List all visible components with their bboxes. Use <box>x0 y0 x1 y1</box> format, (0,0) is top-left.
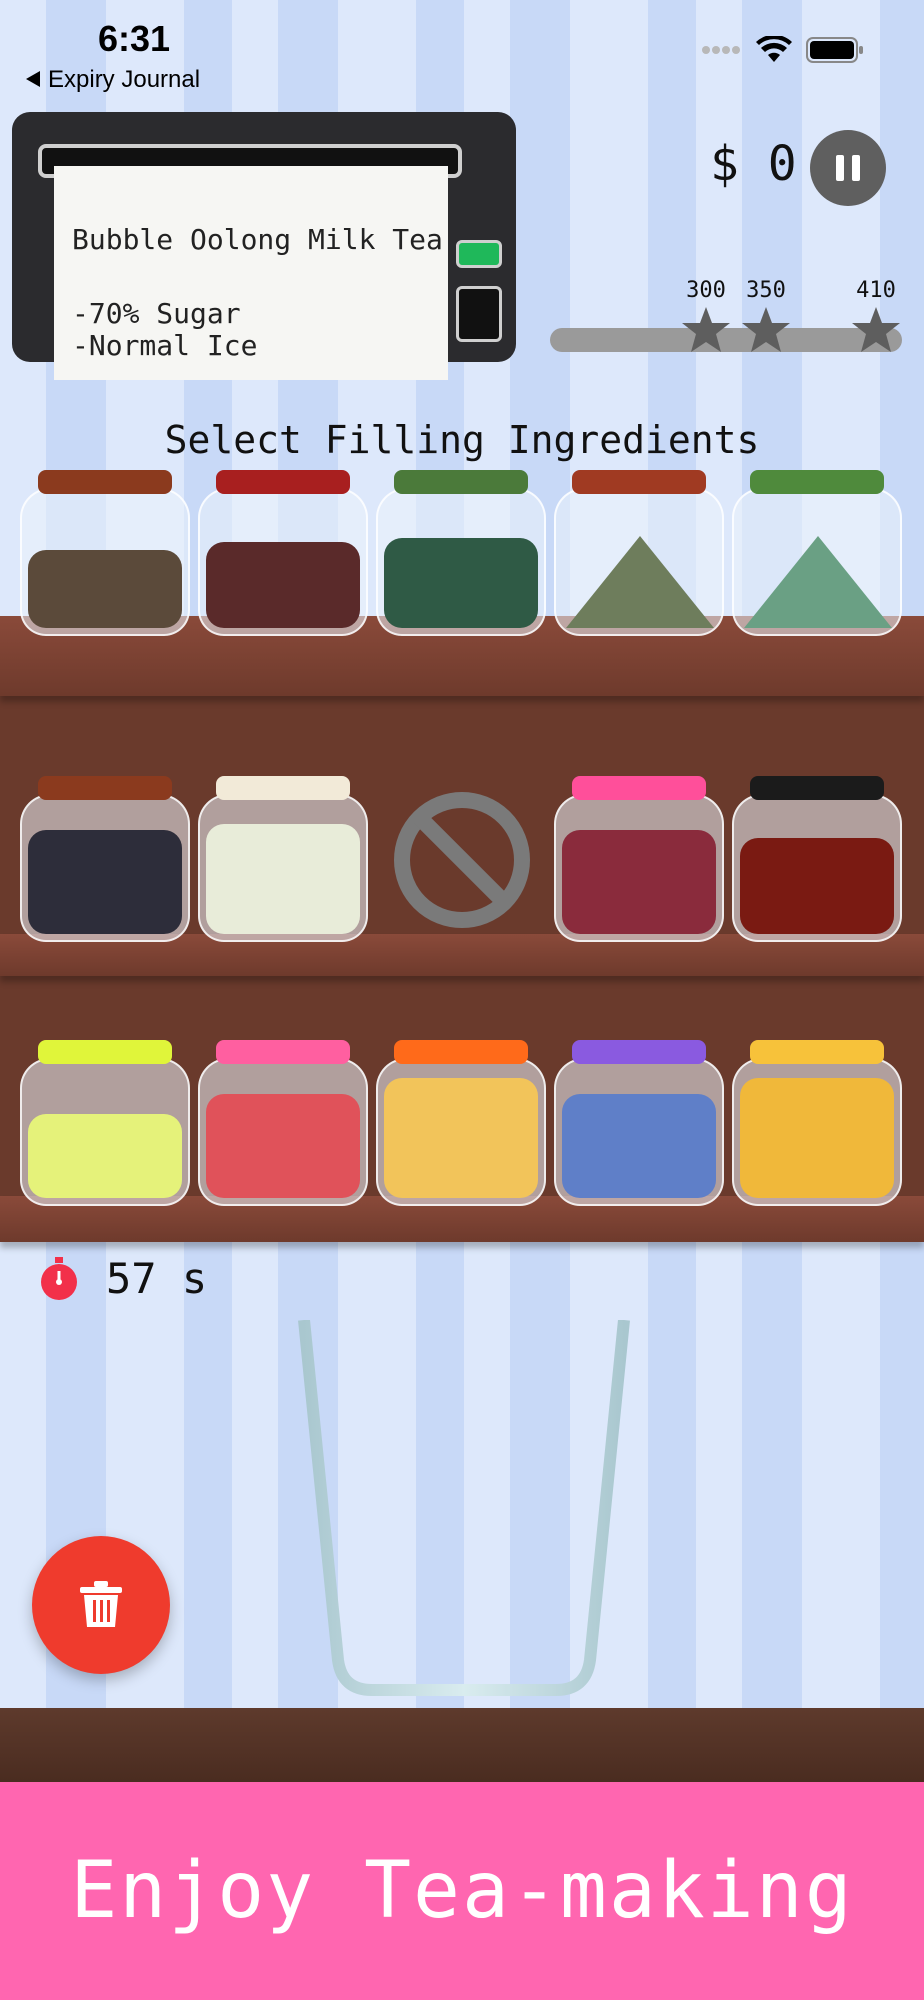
milestone-3-label: 410 <box>856 278 896 303</box>
printer-button[interactable] <box>456 286 502 342</box>
pause-button[interactable] <box>810 130 886 206</box>
matcha-powder-jar[interactable] <box>554 470 724 640</box>
jar-body <box>732 1058 902 1206</box>
jar-body <box>554 794 724 942</box>
jar-body <box>732 488 902 636</box>
jar-body <box>20 488 190 636</box>
timer-text: 57 s <box>106 1254 208 1303</box>
peach-slices-jar[interactable] <box>732 1040 902 1210</box>
no-entry-icon <box>392 790 532 934</box>
money-counter: $ 0 <box>710 136 797 192</box>
battery-icon <box>806 37 863 63</box>
jar-contents <box>206 542 360 628</box>
back-to-app-link[interactable]: Expiry Journal <box>26 66 200 94</box>
jar-body <box>20 794 190 942</box>
jar-body <box>198 794 368 942</box>
jar-lid <box>216 1040 350 1064</box>
jar-body <box>732 794 902 942</box>
star-icon <box>682 307 730 352</box>
back-link-label: Expiry Journal <box>48 66 201 93</box>
jar-lid <box>38 470 172 494</box>
red-jelly-jar[interactable] <box>732 776 902 946</box>
back-triangle-icon <box>26 66 40 94</box>
trash-button[interactable] <box>32 1536 170 1674</box>
jar-body <box>20 1058 190 1206</box>
jar-contents <box>28 830 182 934</box>
jar-body <box>554 488 724 636</box>
signal-dots-icon <box>702 46 740 54</box>
black-tea-bags-jar[interactable] <box>20 470 190 640</box>
black-pearls-jar[interactable] <box>20 776 190 946</box>
milestone-1: 300 <box>676 278 736 355</box>
empty-cup[interactable] <box>296 1320 632 1696</box>
jar-body <box>554 1058 724 1206</box>
banner-text: Enjoy Tea-making <box>70 1846 854 1936</box>
jar-contents <box>206 1094 360 1198</box>
jar-contents <box>28 1114 182 1198</box>
jar-lid <box>572 776 706 800</box>
status-time: 6:31 <box>98 18 171 59</box>
promo-banner: Enjoy Tea-making <box>0 1782 924 2000</box>
jar-lid <box>750 1040 884 1064</box>
order-drink: Bubble Oolong Milk Tea <box>72 223 443 256</box>
printer-status-light <box>456 240 502 268</box>
status-icons <box>702 36 864 64</box>
jar-contents <box>28 550 182 628</box>
order-receipt: Bubble Oolong Milk Tea -70% Sugar -Norma… <box>54 166 448 380</box>
star-icon <box>742 307 790 352</box>
strawberry-slices-jar[interactable] <box>198 1040 368 1210</box>
jar-lid <box>216 470 350 494</box>
jar-contents <box>562 1094 716 1198</box>
countdown-timer: 57 s <box>38 1254 207 1303</box>
mango-strips-jar[interactable] <box>376 1040 546 1210</box>
jar-contents <box>562 830 716 934</box>
milestone-3: 410 <box>846 278 906 355</box>
order-sugar: -70% Sugar <box>72 297 241 330</box>
order-ice: -Normal Ice <box>72 329 258 362</box>
white-pearls-jar[interactable] <box>198 776 368 946</box>
wifi-icon <box>756 36 792 62</box>
star-icon <box>852 307 900 352</box>
jar-body <box>376 488 546 636</box>
counter-top <box>0 1708 924 1782</box>
jar-lid <box>572 470 706 494</box>
trash-icon <box>80 1581 122 1627</box>
jar-contents <box>206 824 360 934</box>
jar-contents <box>740 838 894 934</box>
red-beans-jar[interactable] <box>554 776 724 946</box>
section-title: Select Filling Ingredients <box>164 418 760 462</box>
jar-lid <box>750 470 884 494</box>
jar-lid <box>38 1040 172 1064</box>
jar-lid <box>216 776 350 800</box>
red-tea-bags-jar[interactable] <box>198 470 368 640</box>
stopwatch-icon <box>41 1256 77 1300</box>
milestone-1-label: 300 <box>686 278 726 303</box>
jar-lid <box>394 1040 528 1064</box>
jar-contents <box>384 1078 538 1198</box>
jar-lid <box>394 470 528 494</box>
jar-lid <box>572 1040 706 1064</box>
jar-contents <box>740 528 894 628</box>
green-tea-bags-jar[interactable] <box>376 470 546 640</box>
jar-body <box>376 1058 546 1206</box>
pause-icon <box>836 155 844 181</box>
jar-contents <box>562 528 716 628</box>
lemon-slices-jar[interactable] <box>20 1040 190 1210</box>
green-powder-jar[interactable] <box>732 470 902 640</box>
milestone-2-label: 350 <box>746 278 786 303</box>
jar-contents <box>384 538 538 628</box>
jar-contents <box>740 1078 894 1198</box>
jar-lid <box>38 776 172 800</box>
jar-lid <box>750 776 884 800</box>
blueberries-jar[interactable] <box>554 1040 724 1210</box>
jar-body <box>198 1058 368 1206</box>
jar-body <box>198 488 368 636</box>
milestone-2: 350 <box>736 278 796 355</box>
